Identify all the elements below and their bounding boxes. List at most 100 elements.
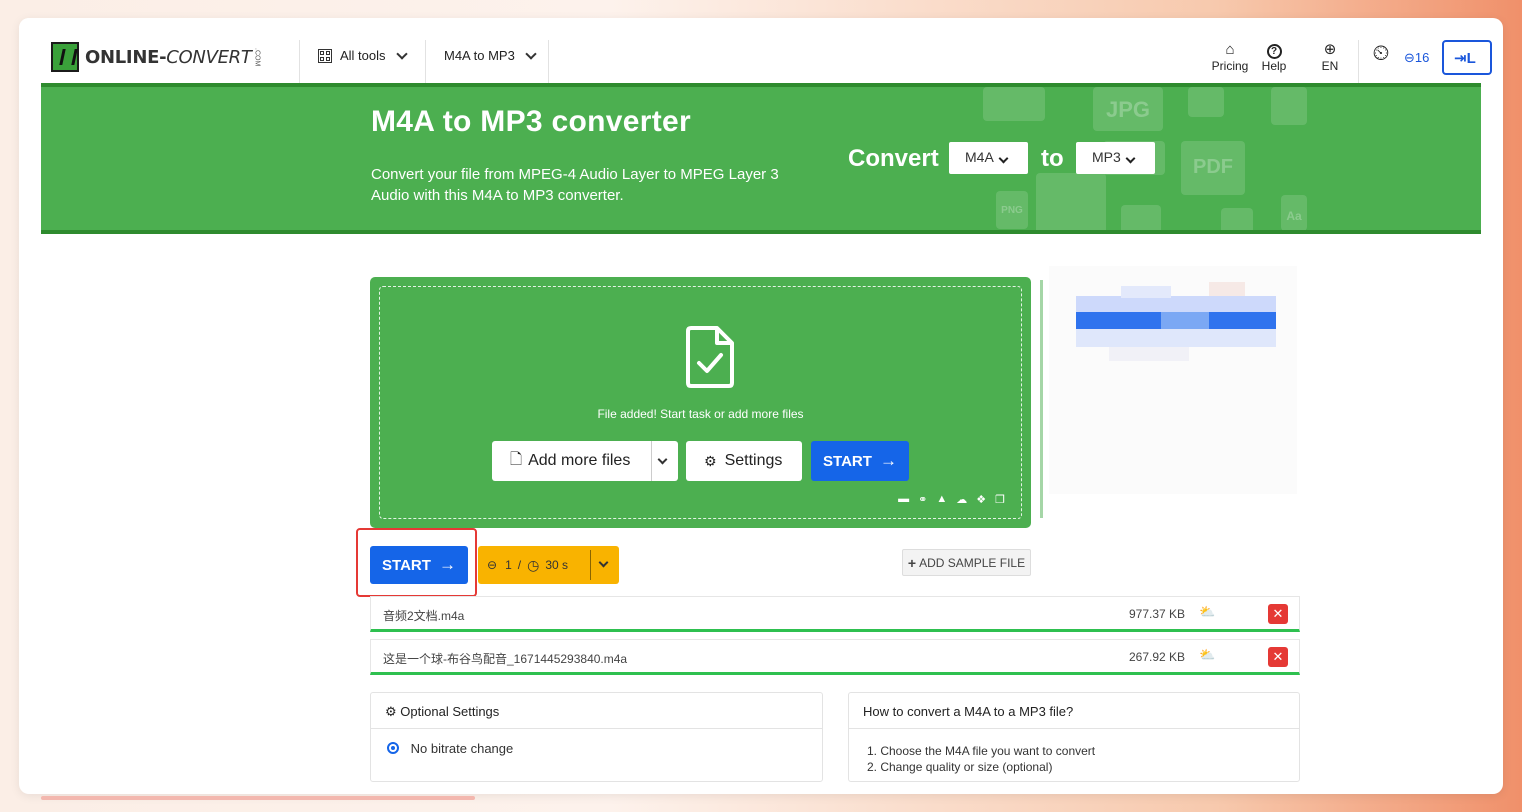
chevron-down-icon	[998, 153, 1009, 164]
credits-counter[interactable]: ⊖16	[1404, 50, 1429, 66]
upload-source-icons: ▬ ⚭ ▲ ☁ ❖ ❐	[898, 493, 1005, 506]
from-format-select[interactable]: M4A	[949, 142, 1028, 174]
coin-icon: ⊖	[1404, 50, 1415, 65]
add-more-files-label: Add more files	[528, 452, 631, 469]
bitrate-option[interactable]: No bitrate change	[371, 729, 822, 756]
chevron-down-icon[interactable]	[657, 454, 668, 465]
start-button[interactable]: START →	[370, 546, 468, 584]
to-format-select[interactable]: MP3	[1076, 142, 1155, 174]
font-file-icon: Aa	[1281, 195, 1307, 231]
optional-settings-header: ⚙ Optional Settings	[371, 693, 822, 729]
google-drive-icon[interactable]: ▲	[936, 493, 947, 506]
cloud-upload-icon[interactable]: ⛅	[1199, 647, 1215, 663]
link-icon[interactable]: ⚭	[918, 493, 927, 506]
time-value: 30 s	[545, 558, 568, 572]
to-label: to	[1041, 145, 1064, 172]
logo-text: ONLINE-CONVERT	[85, 46, 252, 68]
bitrate-option-label: No bitrate change	[410, 741, 514, 756]
start-button-upload[interactable]: START →	[811, 441, 909, 481]
divider	[1358, 40, 1359, 83]
divider	[590, 550, 591, 580]
m4a-to-mp3-dropdown[interactable]: M4A to MP3	[444, 47, 537, 63]
blur-block	[1161, 312, 1209, 329]
to-format-value: MP3	[1092, 149, 1121, 165]
clock-icon: ◷	[527, 556, 540, 573]
from-format-value: M4A	[965, 149, 994, 165]
divider	[299, 40, 300, 83]
file-size: 977.37 KB	[1129, 607, 1186, 621]
language-selector[interactable]: ⊕ EN	[1317, 41, 1343, 73]
cloud-upload-icon[interactable]: ⛅	[1199, 604, 1215, 620]
add-sample-file-button[interactable]: + ADD SAMPLE FILE	[902, 549, 1031, 576]
clipboard-clock-icon: ⏲	[1372, 40, 1390, 65]
help-label: Help	[1261, 59, 1287, 73]
banner-bottom-stripe	[41, 230, 1481, 234]
pricing-label: Pricing	[1211, 59, 1249, 73]
start-label: START	[823, 452, 872, 470]
help-link[interactable]: ? Help	[1257, 41, 1291, 73]
arrow-right-icon: →	[438, 555, 456, 574]
upload-dropzone[interactable]: File added! Start task or add more files…	[370, 277, 1031, 528]
site-logo[interactable]: ONLINE-CONVERT .COM	[51, 42, 261, 72]
login-icon: ⇥	[1454, 50, 1467, 67]
credits-time-dropdown[interactable]: ⊖ 1 / ◷ 30 s	[478, 546, 619, 584]
chevron-down-icon	[598, 557, 609, 568]
language-label: EN	[1321, 59, 1339, 73]
gear-icon: ⚙	[385, 704, 397, 719]
login-label: L	[1466, 50, 1476, 67]
add-sample-file-label: ADD SAMPLE FILE	[919, 555, 1026, 570]
gears-icon: ⚙	[704, 452, 717, 469]
convert-label: Convert	[848, 145, 939, 172]
chevron-down-icon	[1125, 153, 1136, 164]
help-icon: ?	[1257, 41, 1291, 59]
arrow-right-icon: →	[879, 451, 897, 470]
divider	[651, 441, 652, 481]
optional-settings-panel: ⚙ Optional Settings No bitrate change	[370, 692, 823, 782]
chevron-down-icon	[395, 47, 408, 60]
history-button[interactable]: ⏲	[1368, 40, 1394, 65]
file-name: 这是一个球-布谷鸟配音_1671445293840.m4a	[383, 652, 628, 666]
file-name: 音频2文档.m4a	[383, 609, 465, 623]
radio-selected-icon[interactable]	[387, 742, 399, 754]
optional-settings-title: Optional Settings	[400, 704, 500, 719]
add-more-files-button[interactable]: 🗋 Add more files	[492, 441, 678, 481]
chevron-down-icon	[525, 47, 537, 60]
blur-block	[1076, 329, 1276, 347]
blur-block	[1121, 286, 1171, 298]
browser-window: ONLINE-CONVERT .COM All tools M4A to MP3…	[19, 18, 1503, 794]
remove-file-button[interactable]: ✕	[1268, 604, 1288, 624]
login-button[interactable]: ⇥L	[1442, 40, 1492, 75]
site-header: ONLINE-CONVERT .COM All tools M4A to MP3…	[19, 18, 1492, 83]
upload-status-message: File added! Start task or add more files	[597, 407, 804, 421]
document-icon	[1036, 173, 1106, 234]
start-label: START	[382, 556, 431, 574]
pricing-link[interactable]: ⌂ Pricing	[1209, 41, 1251, 73]
jpg-file-icon: JPG	[1093, 87, 1163, 131]
chart-file-icon	[1271, 87, 1307, 125]
tag-icon: ⌂	[1225, 41, 1235, 58]
credits-value: 1	[505, 558, 512, 572]
blurred-advertisement	[1049, 266, 1297, 494]
howto-panel: How to convert a M4A to a MP3 file? 1. C…	[848, 692, 1300, 782]
settings-button[interactable]: ⚙ Settings	[686, 441, 802, 481]
credits-separator: /	[517, 558, 522, 572]
dropbox-icon[interactable]: ❖	[976, 493, 986, 506]
all-tools-dropdown[interactable]: All tools	[318, 47, 408, 63]
divider	[548, 40, 549, 83]
folder-icon[interactable]: ▬	[898, 493, 909, 506]
onedrive-icon[interactable]: ☁	[956, 493, 967, 506]
all-tools-label: All tools	[340, 48, 386, 63]
remove-file-button[interactable]: ✕	[1268, 647, 1288, 667]
logo-icon	[51, 42, 79, 72]
copy-icon[interactable]: ❐	[995, 493, 1005, 506]
scroll-indicator	[41, 796, 475, 800]
page-title: M4A to MP3 converter	[371, 105, 691, 138]
dropzone-border: File added! Start task or add more files…	[379, 286, 1022, 519]
png-file-icon: PNG	[996, 191, 1028, 229]
file-add-icon: 🗋	[510, 450, 523, 468]
file-size: 267.92 KB	[1129, 650, 1186, 664]
mail-icon	[983, 87, 1045, 121]
pdf-file-icon: PDF	[1181, 141, 1245, 195]
image-icon	[1188, 87, 1224, 117]
banner-top-stripe	[41, 83, 1481, 87]
